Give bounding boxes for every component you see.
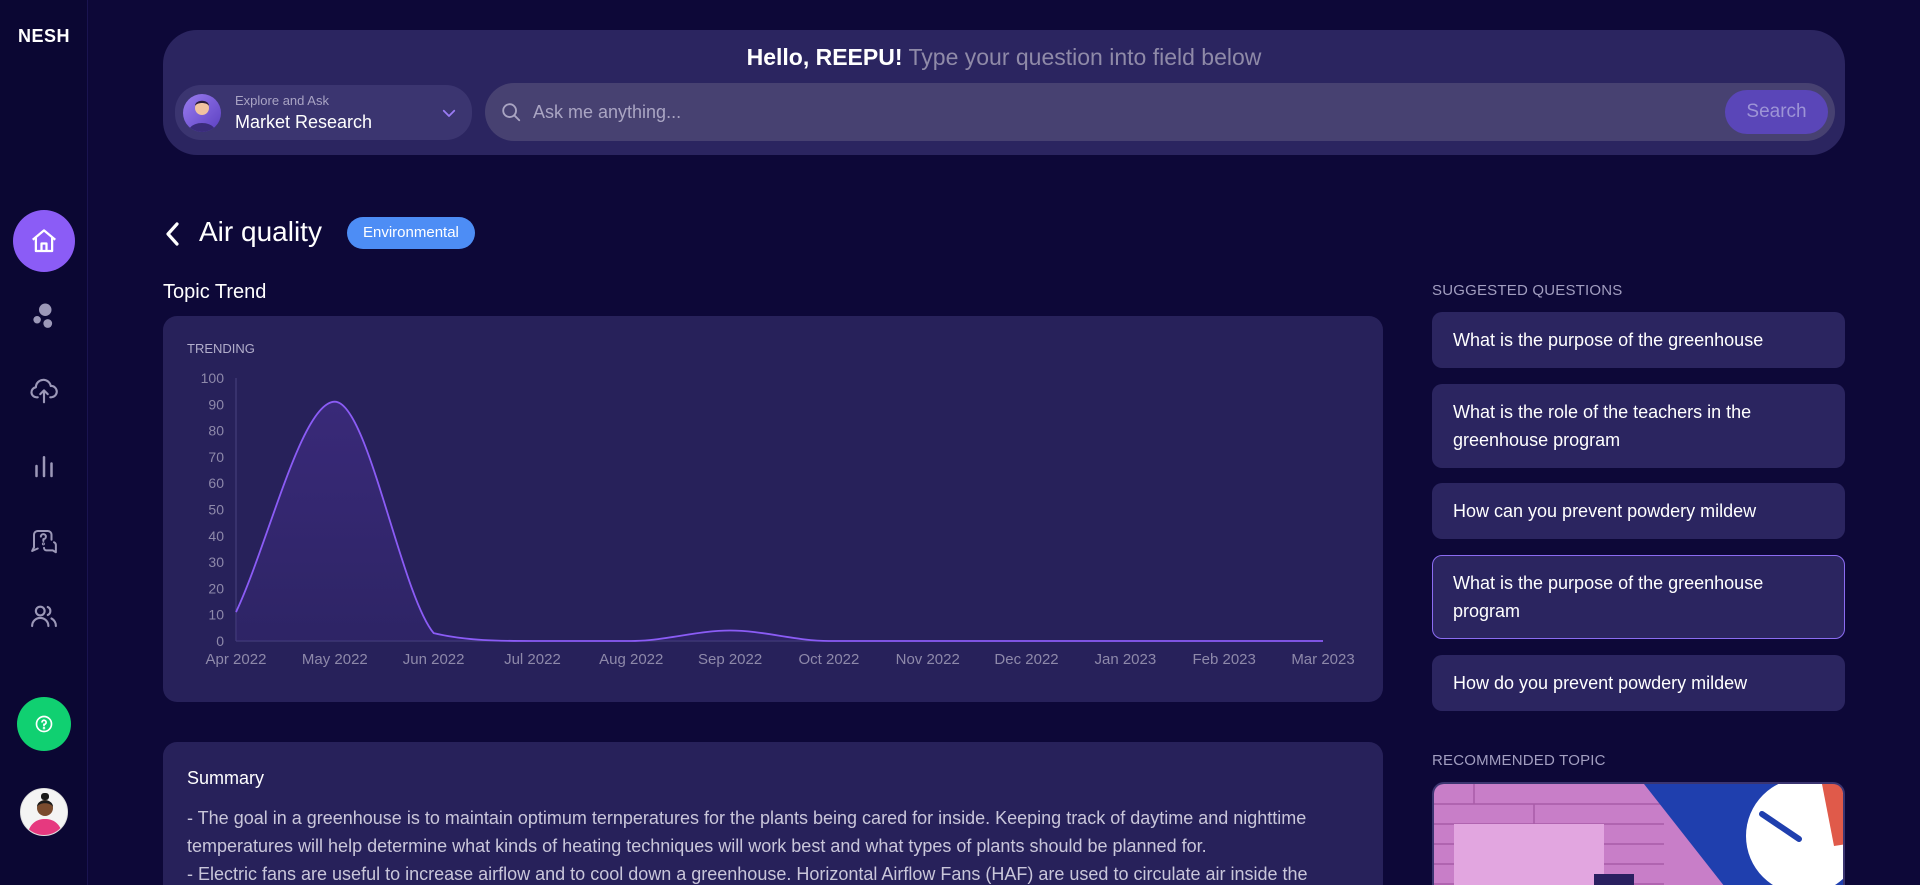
topics-nav-button[interactable] (13, 285, 75, 347)
search-input[interactable] (533, 93, 1683, 131)
x-tick-label: Jan 2023 (1094, 651, 1156, 668)
user-avatar[interactable] (20, 788, 68, 836)
suggested-question[interactable]: What is the purpose of the greenhouse (1432, 312, 1845, 368)
analytics-nav-button[interactable] (13, 435, 75, 497)
summary-line-2: - Electric fans are useful to increase a… (187, 864, 1308, 884)
sidebar: NESH (0, 0, 88, 885)
summary-title: Summary (187, 768, 265, 788)
y-tick-label: 60 (208, 475, 224, 491)
mode-value: Market Research (235, 112, 373, 132)
home-icon (32, 229, 56, 253)
search-header: Hello, REEPU! Type your question into fi… (163, 30, 1845, 155)
x-tick-label: Apr 2022 (206, 651, 267, 668)
mode-caption: Explore and Ask (235, 93, 329, 108)
x-tick-label: Aug 2022 (599, 651, 663, 668)
chevron-down-icon (442, 109, 456, 117)
y-tick-label: 70 (208, 449, 224, 465)
assistant-avatar (183, 94, 221, 132)
x-tick-label: Oct 2022 (798, 651, 859, 668)
summary-text: - The goal in a greenhouse is to maintai… (187, 804, 1367, 885)
home-nav-button[interactable] (13, 210, 75, 272)
trend-area (236, 401, 1323, 641)
questions-nav-button[interactable] (13, 510, 75, 572)
x-tick-label: Sep 2022 (698, 651, 762, 668)
back-arrow-icon[interactable] (162, 220, 184, 248)
app-logo: NESH (17, 26, 70, 46)
x-tick-label: Jun 2022 (403, 651, 465, 668)
summary-line-1: - The goal in a greenhouse is to maintai… (187, 808, 1307, 856)
page-title: Air quality (199, 216, 322, 247)
help-icon (35, 715, 53, 733)
x-tick-label: Feb 2023 (1192, 651, 1255, 668)
upload-nav-button[interactable] (13, 360, 75, 422)
greeting-subtitle: Type your question into field below (908, 44, 1262, 70)
y-tick-label: 100 (201, 370, 225, 386)
bar-chart-icon (35, 456, 53, 478)
x-tick-label: Dec 2022 (994, 651, 1058, 668)
y-tick-label: 10 (208, 607, 224, 623)
summary-card: Summary - The goal in a greenhouse is to… (163, 742, 1383, 885)
trend-chart: 0 10 20 30 40 50 60 70 80 90 100 Apr 2022 May 2022 Ju… (201, 370, 1355, 668)
assistant-avatar-illustration (188, 100, 216, 132)
users-icon (31, 605, 57, 628)
y-tick-label: 90 (208, 396, 224, 412)
suggested-question[interactable]: How can you prevent powdery mildew (1432, 483, 1845, 539)
x-tick-label: Mar 2023 (1291, 651, 1354, 668)
trend-chart-card: TRENDING 0 10 20 30 40 50 60 70 80 90 100 Apr 2022 M… (163, 316, 1383, 702)
mode-dropdown[interactable]: Explore and Ask Market Research (175, 85, 472, 140)
recommended-topic-illustration (1434, 784, 1843, 885)
topic-trend-title: Topic Trend (163, 281, 267, 303)
greeting: Hello, REEPU! Type your question into fi… (163, 44, 1845, 71)
x-tick-label: Jul 2022 (504, 651, 561, 668)
suggested-question-selected[interactable]: What is the purpose of the greenhouse pr… (1432, 555, 1845, 639)
user-avatar-illustration (21, 789, 67, 835)
search-button[interactable]: Search (1725, 90, 1828, 134)
search-bar: Search (485, 83, 1835, 141)
users-nav-button[interactable] (13, 585, 75, 647)
y-tick-label: 80 (208, 423, 224, 439)
search-icon (502, 103, 521, 122)
suggested-question[interactable]: What is the role of the teachers in the … (1432, 384, 1845, 468)
x-tick-label: Nov 2022 (896, 651, 960, 668)
suggested-question[interactable]: How do you prevent powdery mildew (1432, 655, 1845, 711)
y-tick-label: 40 (208, 528, 224, 544)
help-button[interactable] (17, 697, 71, 751)
y-tick-label: 20 (208, 580, 224, 596)
category-badge: Environmental (347, 217, 475, 249)
recommended-topic-card[interactable] (1432, 782, 1845, 885)
y-tick-label: 0 (216, 633, 224, 649)
greeting-hello: Hello, REEPU! (746, 44, 903, 70)
question-chat-icon (31, 530, 57, 554)
y-tick-label: 50 (208, 502, 224, 518)
bubbles-icon (33, 303, 53, 328)
cloud-upload-icon (30, 378, 58, 404)
suggested-questions-heading: SUGGESTED QUESTIONS (1432, 282, 1623, 299)
y-tick-label: 30 (208, 554, 224, 570)
recommended-topic-heading: RECOMMENDED TOPIC (1432, 752, 1606, 769)
x-tick-label: May 2022 (302, 651, 368, 668)
